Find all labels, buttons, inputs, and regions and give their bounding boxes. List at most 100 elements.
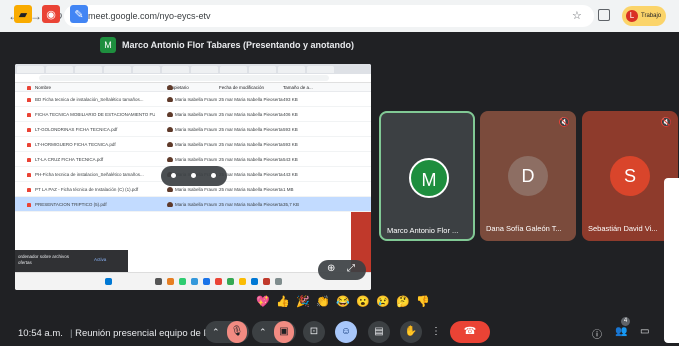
captions-icon: ▤ bbox=[374, 326, 384, 337]
reaction-emoji[interactable]: 🤔 bbox=[394, 293, 412, 311]
file-size: 35,7 KB bbox=[283, 201, 300, 207]
file-name: LT-GOLONDRINAS FICHA TECNICA.pdf bbox=[15, 127, 155, 132]
presenter-avatar: M bbox=[100, 37, 116, 53]
more-options-button[interactable]: ⋮ bbox=[430, 321, 442, 343]
taskbar-icon bbox=[227, 278, 234, 285]
taskbar-icon bbox=[239, 278, 246, 285]
shared-address-bar bbox=[15, 74, 371, 83]
participant-tile[interactable]: D Dana Sofía Galeón T... 🔇 bbox=[480, 111, 576, 241]
mic-muted-icon: 🔇 bbox=[558, 117, 570, 127]
zoom-controls: ⊕ ⤢ bbox=[318, 260, 366, 280]
file-date: 25 mar Maria Isabella Pieosertas bbox=[219, 201, 283, 207]
chat-icon[interactable]: ▭ bbox=[640, 326, 649, 337]
reaction-emoji[interactable]: 👎 bbox=[414, 293, 432, 311]
col-size: Tamaño de a... bbox=[283, 84, 313, 90]
file-size: 493 KB bbox=[283, 96, 298, 102]
file-row: PRESENTACION TRIPTICO (5).pdf Maria Isabe… bbox=[15, 197, 371, 212]
profile-avatar: L bbox=[626, 10, 638, 22]
captions-button[interactable]: ▤ bbox=[368, 321, 390, 343]
annotate-icon[interactable]: ✎ bbox=[70, 5, 88, 23]
file-size: 543 KB bbox=[283, 156, 298, 162]
present-button[interactable]: ⊡ bbox=[303, 321, 325, 343]
pen-annotation-icon[interactable]: ▰ bbox=[14, 5, 32, 23]
taskbar-icon bbox=[179, 278, 186, 285]
taskbar-icon bbox=[215, 278, 222, 285]
bookmark-star-icon[interactable]: ☆ bbox=[572, 9, 582, 22]
reaction-emoji[interactable]: 😢 bbox=[374, 293, 392, 311]
participant-name: Sebastián David Vi... bbox=[588, 224, 658, 233]
reaction-emoji[interactable]: 😂 bbox=[334, 293, 352, 311]
fullscreen-icon[interactable]: ⤢ bbox=[347, 263, 355, 274]
meeting-title-text: Reunión presencial equipo de Pl... bbox=[75, 328, 220, 339]
file-owner: Maria Isabella Fraum San... bbox=[155, 96, 219, 102]
file-size: 1 MB bbox=[283, 186, 294, 192]
reactions-bar: 💖 👍 🎉 👏 😂 😮 😢 🤔 👎 bbox=[254, 292, 436, 312]
present-icon: ⊡ bbox=[309, 326, 319, 337]
file-name: BD Ficha tecnica de instalación_Señaléti… bbox=[15, 97, 155, 102]
file-name: PT LA PAZ - Ficha técnica de Instalación… bbox=[15, 187, 155, 192]
annotation-pointer-toolbar[interactable] bbox=[161, 166, 227, 186]
taskbar-icon bbox=[251, 278, 258, 285]
file-name: FICHA TECNICA MOBILIARIO DE ESTACIONAMIE… bbox=[15, 112, 155, 117]
file-owner: Maria Isabella Fraum San... bbox=[155, 156, 219, 162]
file-date: 25 mar Maria Isabella Pieosertas bbox=[219, 141, 283, 147]
taskbar-icon bbox=[191, 278, 198, 285]
mic-off-icon[interactable]: 🎙 bbox=[227, 321, 247, 343]
file-owner: Maria Isabella Fraum San... bbox=[155, 141, 219, 147]
camera-off-icon[interactable]: ▣ bbox=[274, 321, 294, 343]
meeting-title: | Reunión presencial equipo de Pl... bbox=[70, 328, 220, 339]
participant-name: Dana Sofía Galeón T... bbox=[486, 224, 562, 233]
toast-text: ordenador sobre archivos ofertas bbox=[18, 254, 70, 265]
camera-control[interactable]: ⌃ ▣ bbox=[252, 321, 296, 343]
pointer-dot-icon[interactable] bbox=[191, 173, 196, 178]
file-owner: Maria Isabella Fraum San... bbox=[155, 186, 219, 192]
stop-presenting-icon[interactable]: ◉ bbox=[42, 5, 60, 23]
profile-button[interactable]: L Trabajo bbox=[622, 6, 666, 26]
file-date: 25 mar Maria Isabella Pieosertas bbox=[219, 96, 283, 102]
side-panel-collapsed[interactable] bbox=[664, 178, 679, 343]
file-name: LT-LA CRUZ FICHA TECNICA.pdf bbox=[15, 157, 155, 162]
participant-tile[interactable]: M Marco Antonio Flor ... bbox=[379, 111, 475, 241]
reaction-emoji[interactable]: 🎉 bbox=[294, 293, 312, 311]
reaction-emoji[interactable]: 👏 bbox=[314, 293, 332, 311]
emoji-button[interactable]: ☺ bbox=[335, 321, 357, 343]
reaction-emoji[interactable]: 😮 bbox=[354, 293, 372, 311]
file-owner: Maria Isabella Fraum San... bbox=[155, 111, 219, 117]
shared-taskbar bbox=[15, 272, 371, 290]
chevron-up-icon[interactable]: ⌃ bbox=[259, 321, 267, 343]
emoji-icon: ☺ bbox=[340, 326, 352, 337]
info-icon[interactable]: ⓘ bbox=[592, 326, 602, 341]
people-icon[interactable]: 👥 bbox=[615, 326, 627, 337]
raise-hand-button[interactable]: ✋ bbox=[400, 321, 422, 343]
people-count-badge: 4 bbox=[621, 317, 630, 326]
reaction-emoji[interactable]: 👍 bbox=[274, 293, 292, 311]
pointer-dot-icon[interactable] bbox=[171, 173, 176, 178]
address-bar[interactable]: meet.google.com/nyo-eycs-etv bbox=[64, 5, 594, 27]
reaction-emoji[interactable]: 💖 bbox=[254, 293, 272, 311]
shared-toast: ordenador sobre archivos ofertas Activa bbox=[15, 250, 128, 274]
col-owner: Propietario bbox=[155, 84, 219, 90]
pointer-dot-icon[interactable] bbox=[211, 173, 216, 178]
file-row: LT-GOLONDRINAS FICHA TECNICA.pdf Maria Is… bbox=[15, 122, 371, 137]
taskbar-icon bbox=[167, 278, 174, 285]
toast-action: Activa bbox=[94, 257, 107, 262]
hand-icon: ✋ bbox=[404, 326, 418, 337]
file-date: 25 mar Maria Isabella Pieosertas bbox=[219, 186, 283, 192]
profile-label: Trabajo bbox=[641, 13, 662, 19]
title-separator: | bbox=[70, 328, 73, 339]
taskbar-icon bbox=[155, 278, 162, 285]
taskbar-icon bbox=[203, 278, 210, 285]
participant-avatar: M bbox=[409, 158, 449, 198]
mic-control[interactable]: ⌃ 🎙 bbox=[205, 321, 249, 343]
extensions-icon[interactable] bbox=[598, 9, 610, 21]
presenter-title: Marco Antonio Flor Tabares (Presentando … bbox=[122, 40, 355, 50]
zoom-in-icon[interactable]: ⊕ bbox=[327, 263, 335, 274]
file-list: BD Ficha tecnica de instalación_Señaléti… bbox=[15, 92, 371, 212]
file-row: FICHA TECNICA MOBILIARIO DE ESTACIONAMIE… bbox=[15, 107, 371, 122]
file-size: 593 KB bbox=[283, 126, 298, 132]
current-time: 10:54 a.m. bbox=[18, 328, 63, 339]
call-end-icon: ☎ bbox=[463, 326, 477, 337]
shared-browser-tabs bbox=[15, 64, 371, 74]
chevron-up-icon[interactable]: ⌃ bbox=[212, 321, 220, 343]
leave-call-button[interactable]: ☎ bbox=[450, 321, 490, 343]
